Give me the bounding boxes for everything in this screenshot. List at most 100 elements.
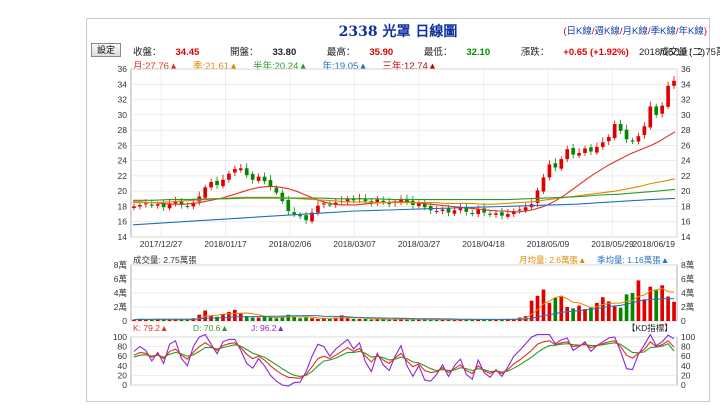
price-xtick: 2018/04/18 xyxy=(462,239,505,249)
kd-ytick-left: 100 xyxy=(113,332,127,342)
volume-bar xyxy=(292,316,297,321)
candle-body xyxy=(185,206,190,208)
candle-body xyxy=(636,136,641,142)
volume-ytick-right: 8萬 xyxy=(681,260,694,270)
kd-ytick-right: 20 xyxy=(681,370,691,380)
kd-d-label: D: 70.6▲ xyxy=(193,323,229,333)
kd_j-line xyxy=(133,333,675,387)
kd-k-label: K: 79.2▲ xyxy=(133,323,168,333)
volume-ytick-left: 6萬 xyxy=(114,274,127,284)
price-xtick: 2017/12/27 xyxy=(140,239,183,249)
volume-bar xyxy=(565,307,570,321)
candle-body xyxy=(541,177,546,192)
volume-bar xyxy=(405,319,409,321)
volume-ytick-right: 4萬 xyxy=(681,288,694,298)
price-ytick-left: 14 xyxy=(118,232,128,242)
candle-body xyxy=(672,80,676,86)
kd-ytick-left: 80 xyxy=(118,342,128,352)
price-ytick-left: 18 xyxy=(118,201,128,211)
volume-bar xyxy=(274,318,279,321)
volume-bar xyxy=(233,309,237,321)
volume-bar xyxy=(606,301,611,321)
candle-body xyxy=(274,187,279,193)
candle-body xyxy=(203,187,208,198)
candle-body xyxy=(149,204,154,206)
volume-ma5-label: 月均量: 2.6萬張▲ xyxy=(519,255,586,265)
candle-body xyxy=(600,142,605,147)
ma-line-1 xyxy=(133,178,676,205)
price-ytick-right: 28 xyxy=(681,125,691,135)
volume-bar xyxy=(357,318,362,321)
candle-body xyxy=(583,148,587,153)
volume-bar xyxy=(547,302,552,321)
candle-body xyxy=(482,208,486,213)
price-xtick: 2018/06/19 xyxy=(632,239,675,249)
price-ytick-left: 24 xyxy=(118,156,128,166)
kd_d-line xyxy=(133,342,675,377)
price-ytick-right: 20 xyxy=(681,186,691,196)
candle-body xyxy=(227,173,231,180)
volume-bar xyxy=(642,299,647,321)
volume-bar xyxy=(411,319,415,321)
candle-body xyxy=(238,168,243,171)
volume-bar xyxy=(571,308,575,321)
price-ytick-right: 22 xyxy=(681,171,691,181)
kd-title: 【KD指標】 xyxy=(627,323,673,333)
candle-body xyxy=(446,208,451,213)
price-plot-frame xyxy=(130,68,678,238)
price-ytick-right: 18 xyxy=(681,201,691,211)
candle-body xyxy=(666,85,670,107)
candle-body xyxy=(589,147,593,152)
stock-chart: 14 14 16 16 18 18 20 20 22 22 24 24 26 26 28 28 30 30 32 32… xyxy=(113,64,696,390)
kd-ytick-left: 0 xyxy=(122,380,127,390)
price-ytick-right: 30 xyxy=(681,110,691,120)
volume-bar xyxy=(416,319,421,321)
volume-bar xyxy=(345,318,350,321)
volume-panel: 8萬 8萬 6萬 6萬 4萬 4萬 2萬 2萬 0 0 xyxy=(114,260,694,326)
volume-bar xyxy=(268,317,273,321)
candle-body xyxy=(298,214,302,217)
candle-body xyxy=(316,205,320,213)
candle-body xyxy=(476,209,481,215)
price-xtick: 2018/05/29 xyxy=(591,239,634,249)
candle-body xyxy=(268,180,273,187)
volume-bar xyxy=(618,307,623,321)
volume-ma-line-20 xyxy=(133,298,675,321)
candle-body xyxy=(470,212,475,215)
candle-body xyxy=(233,169,237,173)
volume-ytick-left: 0 xyxy=(122,316,127,326)
volume-bar xyxy=(600,297,605,321)
volume-ytick-left: 2萬 xyxy=(114,302,127,312)
price-ytick-right: 24 xyxy=(681,156,691,166)
price-ytick-left: 34 xyxy=(118,79,128,89)
volume-bar xyxy=(553,297,558,321)
volume-bar xyxy=(173,319,178,321)
candle-body xyxy=(375,199,380,203)
volume-ytick-right: 6萬 xyxy=(681,274,694,284)
volume-bar xyxy=(363,318,368,321)
price-xtick: 2018/01/17 xyxy=(204,239,247,249)
candle-body xyxy=(517,209,522,211)
candle-body xyxy=(452,210,457,214)
volume-bar xyxy=(250,317,255,321)
candle-body xyxy=(624,129,629,140)
candle-body xyxy=(262,176,267,182)
volume-bar xyxy=(660,285,665,321)
price-panel: 14 14 16 16 18 18 20 20 22 22 24 24 26 26 28 28 30 30 32 32… xyxy=(118,64,691,249)
candle-body xyxy=(494,213,498,215)
price-ytick-right: 34 xyxy=(681,79,691,89)
candle-body xyxy=(571,148,575,155)
volume-panel-label: 成交量: 2.75萬張 xyxy=(133,255,197,265)
candle-body xyxy=(155,204,160,206)
kd-ytick-right: 40 xyxy=(681,361,691,371)
volume-bar xyxy=(583,309,587,321)
volume-ytick-right: 0 xyxy=(681,316,686,326)
price-ytick-right: 36 xyxy=(681,64,691,74)
candle-body xyxy=(327,204,332,206)
volume-bar xyxy=(595,302,599,321)
candle-body xyxy=(244,168,249,176)
volume-bar xyxy=(654,290,659,321)
candle-body xyxy=(209,182,213,188)
candle-body xyxy=(523,207,528,211)
candle-body xyxy=(565,149,570,160)
